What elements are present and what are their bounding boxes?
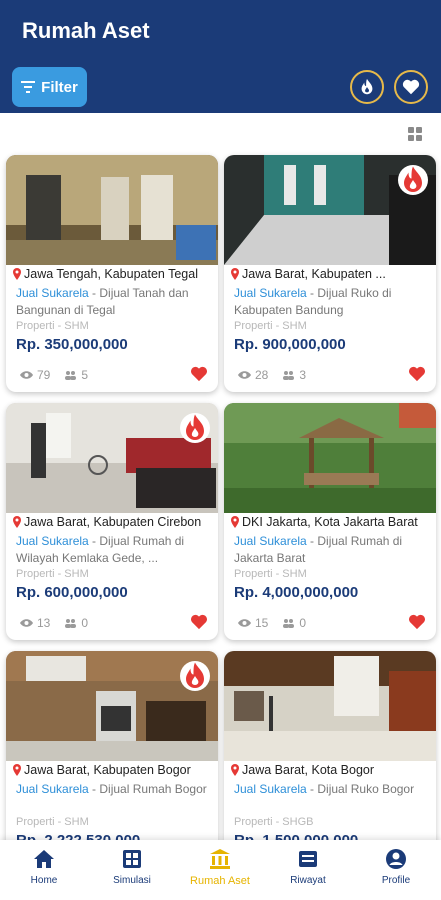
view-count: 15 bbox=[255, 616, 269, 630]
listing-stats: 28 3 bbox=[238, 368, 306, 382]
listing-description: Jual Sukarela - Dijual Rumah Bogor bbox=[16, 782, 207, 796]
property-certificate: Properti - SHM bbox=[234, 568, 307, 580]
flame-icon bbox=[404, 166, 422, 192]
location-pin-icon bbox=[231, 268, 239, 280]
listing-photo bbox=[224, 403, 436, 513]
heart-icon bbox=[402, 79, 420, 95]
sale-type: Jual Sukarela bbox=[234, 286, 307, 300]
interested-count: 0 bbox=[299, 616, 307, 630]
sale-type: Jual Sukarela bbox=[234, 534, 307, 548]
listing-price: Rp. 600,000,000 bbox=[16, 584, 128, 601]
listing-card[interactable]: DKI Jakarta, Kota Jakarta Barat Jual Suk… bbox=[224, 403, 436, 640]
flame-icon bbox=[186, 662, 204, 688]
location-pin-icon bbox=[231, 516, 239, 528]
people-icon bbox=[65, 619, 77, 628]
nav-item-simulasi[interactable]: Simulasi bbox=[88, 848, 176, 896]
eye-icon bbox=[20, 371, 33, 379]
heart-icon[interactable] bbox=[408, 614, 426, 630]
favorites-filter-button[interactable] bbox=[394, 70, 428, 104]
eye-icon bbox=[238, 371, 251, 379]
filter-button[interactable]: Filter bbox=[12, 67, 87, 107]
listing-photo bbox=[6, 403, 218, 513]
grid-view-icon[interactable] bbox=[408, 127, 422, 141]
listing-location: Jawa Barat, Kabupaten Cirebon bbox=[12, 515, 216, 529]
listing-card[interactable]: Jawa Barat, Kabupaten ... Jual Sukarela … bbox=[224, 155, 436, 392]
nav-item-rumah-aset[interactable]: Rumah Aset bbox=[176, 848, 264, 896]
nav-item-riwayat[interactable]: Riwayat bbox=[264, 848, 352, 896]
eye-icon bbox=[20, 619, 33, 627]
listing-price: Rp. 350,000,000 bbox=[16, 336, 128, 353]
nav-item-profile[interactable]: Profile bbox=[352, 848, 440, 896]
app-title: Rumah Aset bbox=[22, 18, 150, 43]
hot-badge bbox=[398, 165, 428, 195]
eye-icon bbox=[238, 619, 251, 627]
sale-type: Jual Sukarela bbox=[16, 286, 89, 300]
listing-location: DKI Jakarta, Kota Jakarta Barat bbox=[230, 515, 434, 529]
listing-location: Jawa Barat, Kabupaten Bogor bbox=[12, 763, 216, 777]
listing-location: Jawa Tengah, Kabupaten Tegal bbox=[12, 267, 216, 281]
listing-location: Jawa Barat, Kabupaten ... bbox=[230, 267, 434, 281]
history-icon bbox=[299, 851, 317, 867]
location-pin-icon bbox=[13, 516, 21, 528]
view-count: 13 bbox=[37, 616, 51, 630]
hot-filter-button[interactable] bbox=[350, 70, 384, 104]
home-icon bbox=[34, 850, 54, 868]
listing-description: Jual Sukarela - Dijual Rumah di Jakarta … bbox=[234, 534, 403, 565]
calculator-icon bbox=[123, 850, 141, 868]
filter-icon bbox=[21, 81, 36, 93]
view-count: 79 bbox=[37, 368, 51, 382]
heart-icon[interactable] bbox=[408, 366, 426, 382]
location-pin-icon bbox=[13, 764, 21, 776]
listing-stats: 15 0 bbox=[238, 616, 306, 630]
listing-description: Jual Sukarela - Dijual Rumah di Wilayah … bbox=[16, 534, 185, 565]
listing-photo bbox=[224, 651, 436, 761]
interested-count: 5 bbox=[81, 368, 89, 382]
listing-price: Rp. 4,000,000,000 bbox=[234, 584, 359, 601]
interested-count: 0 bbox=[81, 616, 89, 630]
location-pin-icon bbox=[231, 764, 239, 776]
people-icon bbox=[65, 371, 77, 380]
sale-type: Jual Sukarela bbox=[16, 782, 89, 796]
interested-count: 3 bbox=[299, 368, 307, 382]
property-certificate: Properti - SHM bbox=[234, 320, 307, 332]
view-count: 28 bbox=[255, 368, 269, 382]
listing-location: Jawa Barat, Kota Bogor bbox=[230, 763, 434, 777]
bank-icon bbox=[210, 849, 230, 869]
sale-type: Jual Sukarela bbox=[234, 782, 307, 796]
hot-badge bbox=[180, 413, 210, 443]
listing-description: Jual Sukarela - Dijual Ruko di Kabupaten… bbox=[234, 286, 392, 317]
listing-photo bbox=[6, 155, 218, 265]
sale-type: Jual Sukarela bbox=[16, 534, 89, 548]
profile-icon bbox=[386, 849, 406, 869]
flame-icon bbox=[361, 78, 373, 95]
heart-icon[interactable] bbox=[190, 614, 208, 630]
app-header: Rumah Aset Filter bbox=[0, 0, 441, 113]
bottom-navigation: Home Simulasi Rumah Aset Riwayat Profile bbox=[0, 840, 441, 900]
listing-stats: 13 0 bbox=[20, 616, 88, 630]
listing-description: Jual Sukarela - Dijual Tanah dan Banguna… bbox=[16, 286, 189, 317]
property-certificate: Properti - SHM bbox=[16, 320, 89, 332]
property-certificate: Properti - SHM bbox=[16, 568, 89, 580]
people-icon bbox=[283, 371, 295, 380]
filter-label: Filter bbox=[41, 78, 78, 96]
property-certificate: Properti - SHM bbox=[16, 816, 89, 828]
location-pin-icon bbox=[13, 268, 21, 280]
listing-photo bbox=[6, 651, 218, 761]
hot-badge bbox=[180, 661, 210, 691]
property-certificate: Properti - SHGB bbox=[234, 816, 314, 828]
people-icon bbox=[283, 619, 295, 628]
listing-stats: 79 5 bbox=[20, 368, 88, 382]
listing-card[interactable]: Jawa Tengah, Kabupaten Tegal Jual Sukare… bbox=[6, 155, 218, 392]
listing-description: Jual Sukarela - Dijual Ruko Bogor bbox=[234, 782, 415, 796]
listing-photo bbox=[224, 155, 436, 265]
heart-icon[interactable] bbox=[190, 366, 208, 382]
flame-icon bbox=[186, 414, 204, 440]
nav-item-home[interactable]: Home bbox=[0, 848, 88, 896]
listing-card[interactable]: Jawa Barat, Kabupaten Cirebon Jual Sukar… bbox=[6, 403, 218, 640]
listing-price: Rp. 900,000,000 bbox=[234, 336, 346, 353]
